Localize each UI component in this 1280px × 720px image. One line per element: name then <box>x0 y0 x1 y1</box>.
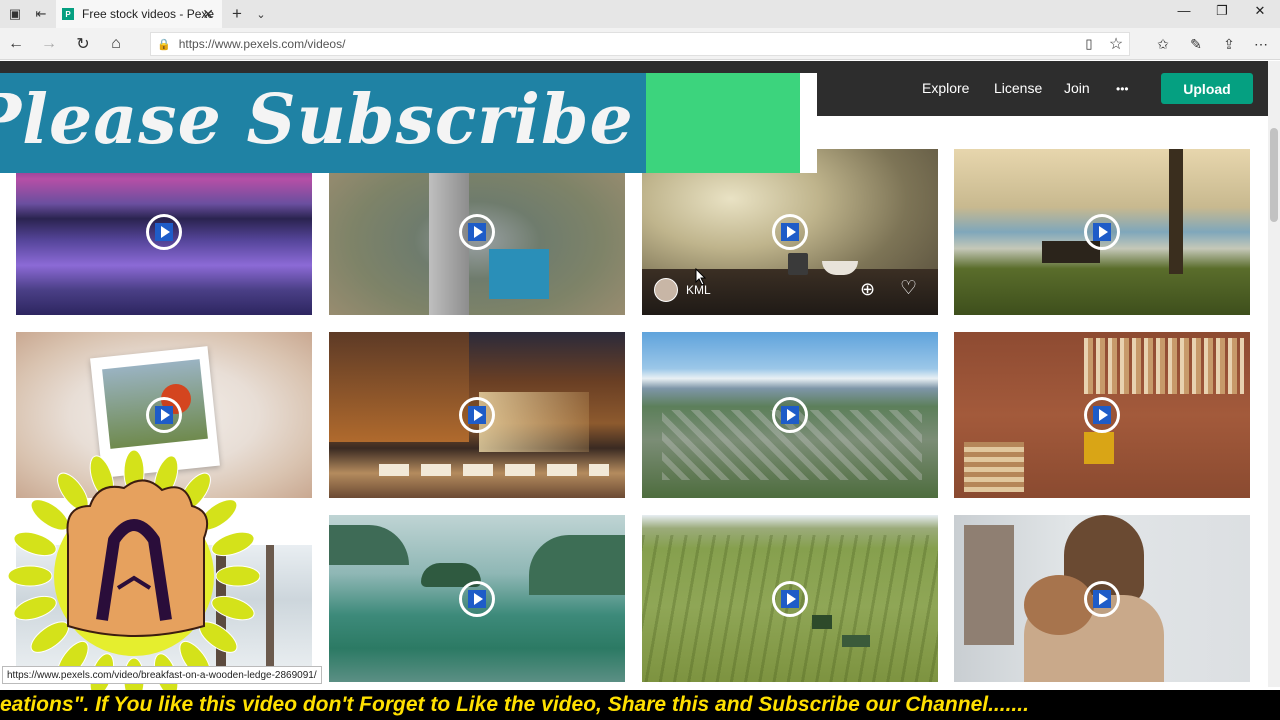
video-tile[interactable] <box>329 332 625 498</box>
status-url-tooltip: https://www.pexels.com/video/breakfast-o… <box>2 666 322 684</box>
web-note-icon[interactable]: ✎ <box>1185 34 1207 54</box>
like-heart-icon[interactable]: ♡ <box>900 277 917 300</box>
play-icon[interactable] <box>146 214 182 250</box>
more-menu-icon[interactable]: ⋯ <box>1250 34 1272 54</box>
url-text: https://www.pexels.com/videos/ <box>178 37 346 51</box>
favorites-hub-icon[interactable]: ✩ <box>1152 34 1174 54</box>
play-icon[interactable] <box>146 397 182 433</box>
forward-icon[interactable]: → <box>38 34 60 54</box>
browser-toolbar: ← → ↻ ⌂ 🔒 https://www.pexels.com/videos/… <box>0 28 1280 60</box>
caption-ticker: eations". If You like this video don't F… <box>0 690 1280 720</box>
video-tile[interactable] <box>954 515 1250 682</box>
video-tile[interactable] <box>16 149 312 315</box>
set-aside-tabs-icon[interactable]: ⇤ <box>30 4 52 24</box>
play-icon[interactable] <box>459 397 495 433</box>
reading-view-icon[interactable]: ▯ <box>1078 34 1100 54</box>
refresh-icon[interactable]: ↻ <box>72 34 94 54</box>
close-window-icon[interactable]: ✕ <box>1240 3 1280 25</box>
channel-logo-icon <box>8 449 260 692</box>
address-bar[interactable]: 🔒 https://www.pexels.com/videos/ <box>150 32 1130 56</box>
play-icon[interactable] <box>1084 397 1120 433</box>
video-tile[interactable] <box>642 332 938 498</box>
play-icon[interactable] <box>772 214 808 250</box>
play-icon[interactable] <box>772 397 808 433</box>
subscribe-banner-text: Please Subscribe <box>0 80 634 160</box>
home-icon[interactable]: ⌂ <box>105 34 127 54</box>
ticker-text: eations". If You like this video don't F… <box>0 693 1029 716</box>
close-tab-icon[interactable]: ✕ <box>202 6 214 23</box>
video-tile[interactable] <box>642 515 938 682</box>
restore-icon[interactable]: ❐ <box>1202 3 1242 25</box>
nav-join[interactable]: Join <box>1064 80 1090 96</box>
play-icon[interactable] <box>459 214 495 250</box>
nav-explore[interactable]: Explore <box>922 80 969 96</box>
minimize-icon[interactable]: — <box>1164 3 1204 25</box>
play-icon[interactable] <box>1084 214 1120 250</box>
video-tile[interactable] <box>329 515 625 682</box>
tab-actions-icon[interactable]: ▣ <box>4 4 26 24</box>
avatar <box>654 278 678 302</box>
browser-tab-bar: ▣ ⇤ P Free stock videos - Pexe ✕ + ⌄ — ❐… <box>0 0 1280 28</box>
play-icon[interactable] <box>459 580 495 617</box>
play-icon[interactable] <box>1084 580 1120 617</box>
new-tab-icon[interactable]: + <box>226 4 248 24</box>
upload-button[interactable]: Upload <box>1161 73 1253 104</box>
video-tile[interactable] <box>954 149 1250 315</box>
play-icon[interactable] <box>772 580 808 617</box>
share-icon[interactable]: ⇪ <box>1218 34 1240 54</box>
favorite-star-icon[interactable]: ☆ <box>1105 34 1127 54</box>
nav-license[interactable]: License <box>994 80 1042 96</box>
back-icon[interactable]: ← <box>5 34 27 54</box>
mouse-cursor-icon <box>695 268 707 286</box>
subscribe-banner-edge <box>800 73 817 173</box>
pexels-favicon-icon: P <box>62 8 74 20</box>
browser-tab[interactable]: P Free stock videos - Pexe ✕ <box>56 0 222 28</box>
lock-icon: 🔒 <box>157 38 171 51</box>
subscribe-banner-accent <box>646 73 800 173</box>
more-dots-icon[interactable]: ••• <box>1116 82 1129 96</box>
add-collection-icon[interactable]: ⊕ <box>860 279 875 300</box>
tab-title: Free stock videos - Pexe <box>82 7 215 21</box>
tab-list-chevron-icon[interactable]: ⌄ <box>250 4 272 24</box>
video-tile[interactable] <box>329 149 625 315</box>
video-tile[interactable] <box>954 332 1250 498</box>
page-scrollbar-thumb[interactable] <box>1270 128 1278 222</box>
